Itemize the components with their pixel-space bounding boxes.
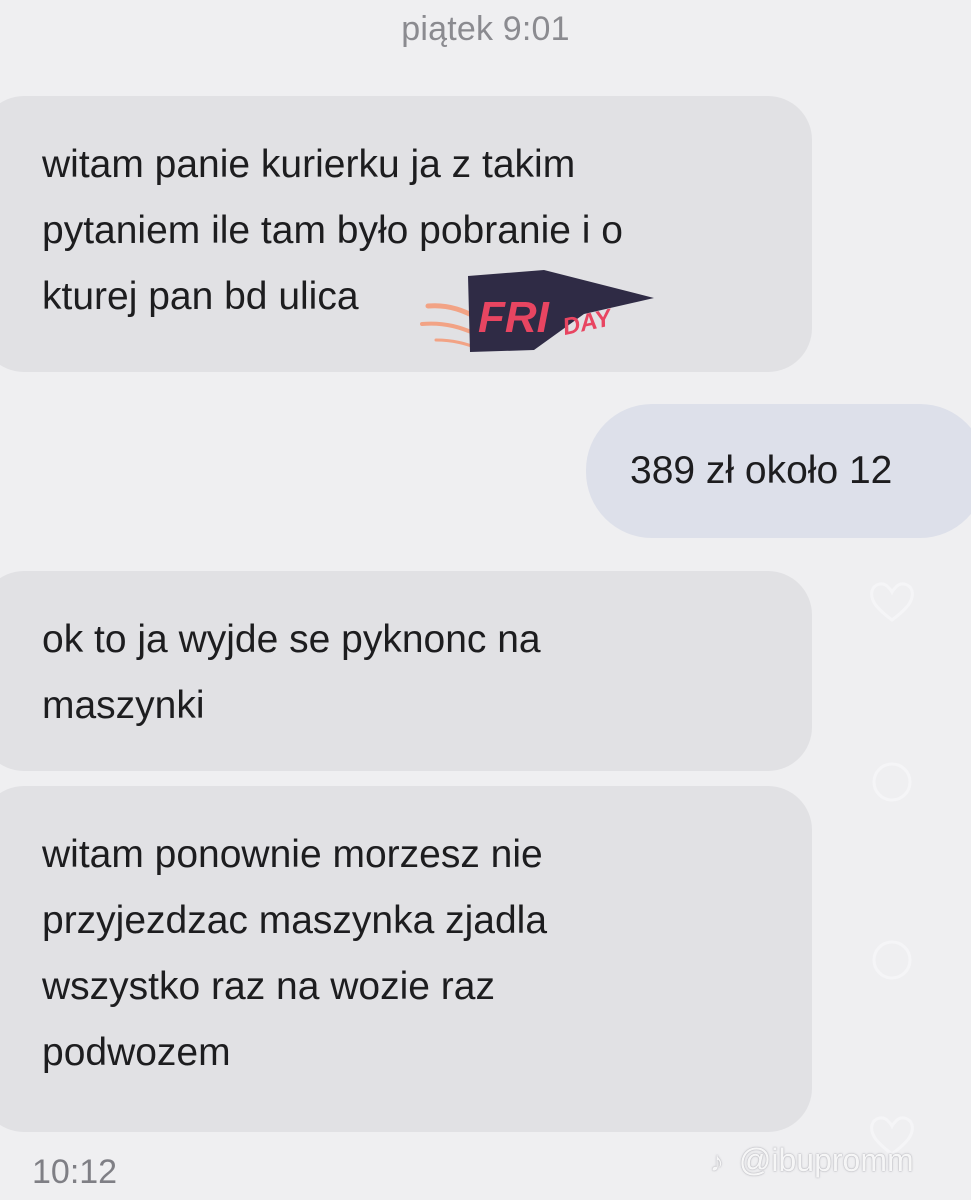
sticker-text-main: FRI bbox=[478, 293, 550, 342]
friday-sticker: FRI DAY bbox=[420, 270, 654, 352]
reaction-circle-icon[interactable] bbox=[864, 754, 920, 810]
message-line: pytaniem ile tam było pobranie i o bbox=[42, 209, 623, 252]
message-line: wszystko raz na wozie raz bbox=[42, 965, 495, 1008]
heart-reaction-icon[interactable] bbox=[864, 574, 920, 630]
message-line: ok to ja wyjde se pyknonc na bbox=[42, 618, 541, 661]
watermark-handle: @ibupromm bbox=[738, 1142, 914, 1178]
watermark: ♪ @ibupromm bbox=[710, 1142, 914, 1179]
reaction-circle-icon[interactable] bbox=[864, 932, 920, 988]
message-line: maszynki bbox=[42, 684, 205, 727]
message-bubble-incoming[interactable]: witam panie kurierku ja z takim pytaniem… bbox=[0, 96, 812, 372]
message-line: podwozem bbox=[42, 1031, 231, 1074]
message-line: witam panie kurierku ja z takim bbox=[42, 143, 576, 186]
message-bubble-incoming[interactable]: ok to ja wyjde se pyknonc na maszynki bbox=[0, 571, 812, 771]
message-line: witam ponownie morzesz nie bbox=[42, 833, 543, 876]
chat-thread: piątek 9:01 witam panie kurierku ja z ta… bbox=[0, 0, 971, 1200]
message-bubble-outgoing[interactable]: 389 zł około 12 bbox=[586, 404, 971, 538]
message-time: 10:12 bbox=[32, 1153, 118, 1191]
message-line: przyjezdzac maszynka zjadla bbox=[42, 899, 548, 942]
message-bubble-incoming[interactable]: witam ponownie morzesz nie przyjezdzac m… bbox=[0, 786, 812, 1132]
tiktok-icon: ♪ bbox=[710, 1146, 724, 1177]
date-header: piątek 9:01 bbox=[401, 10, 570, 48]
message-line: 389 zł około 12 bbox=[630, 449, 893, 492]
sticker-flare-stroke bbox=[420, 321, 478, 336]
